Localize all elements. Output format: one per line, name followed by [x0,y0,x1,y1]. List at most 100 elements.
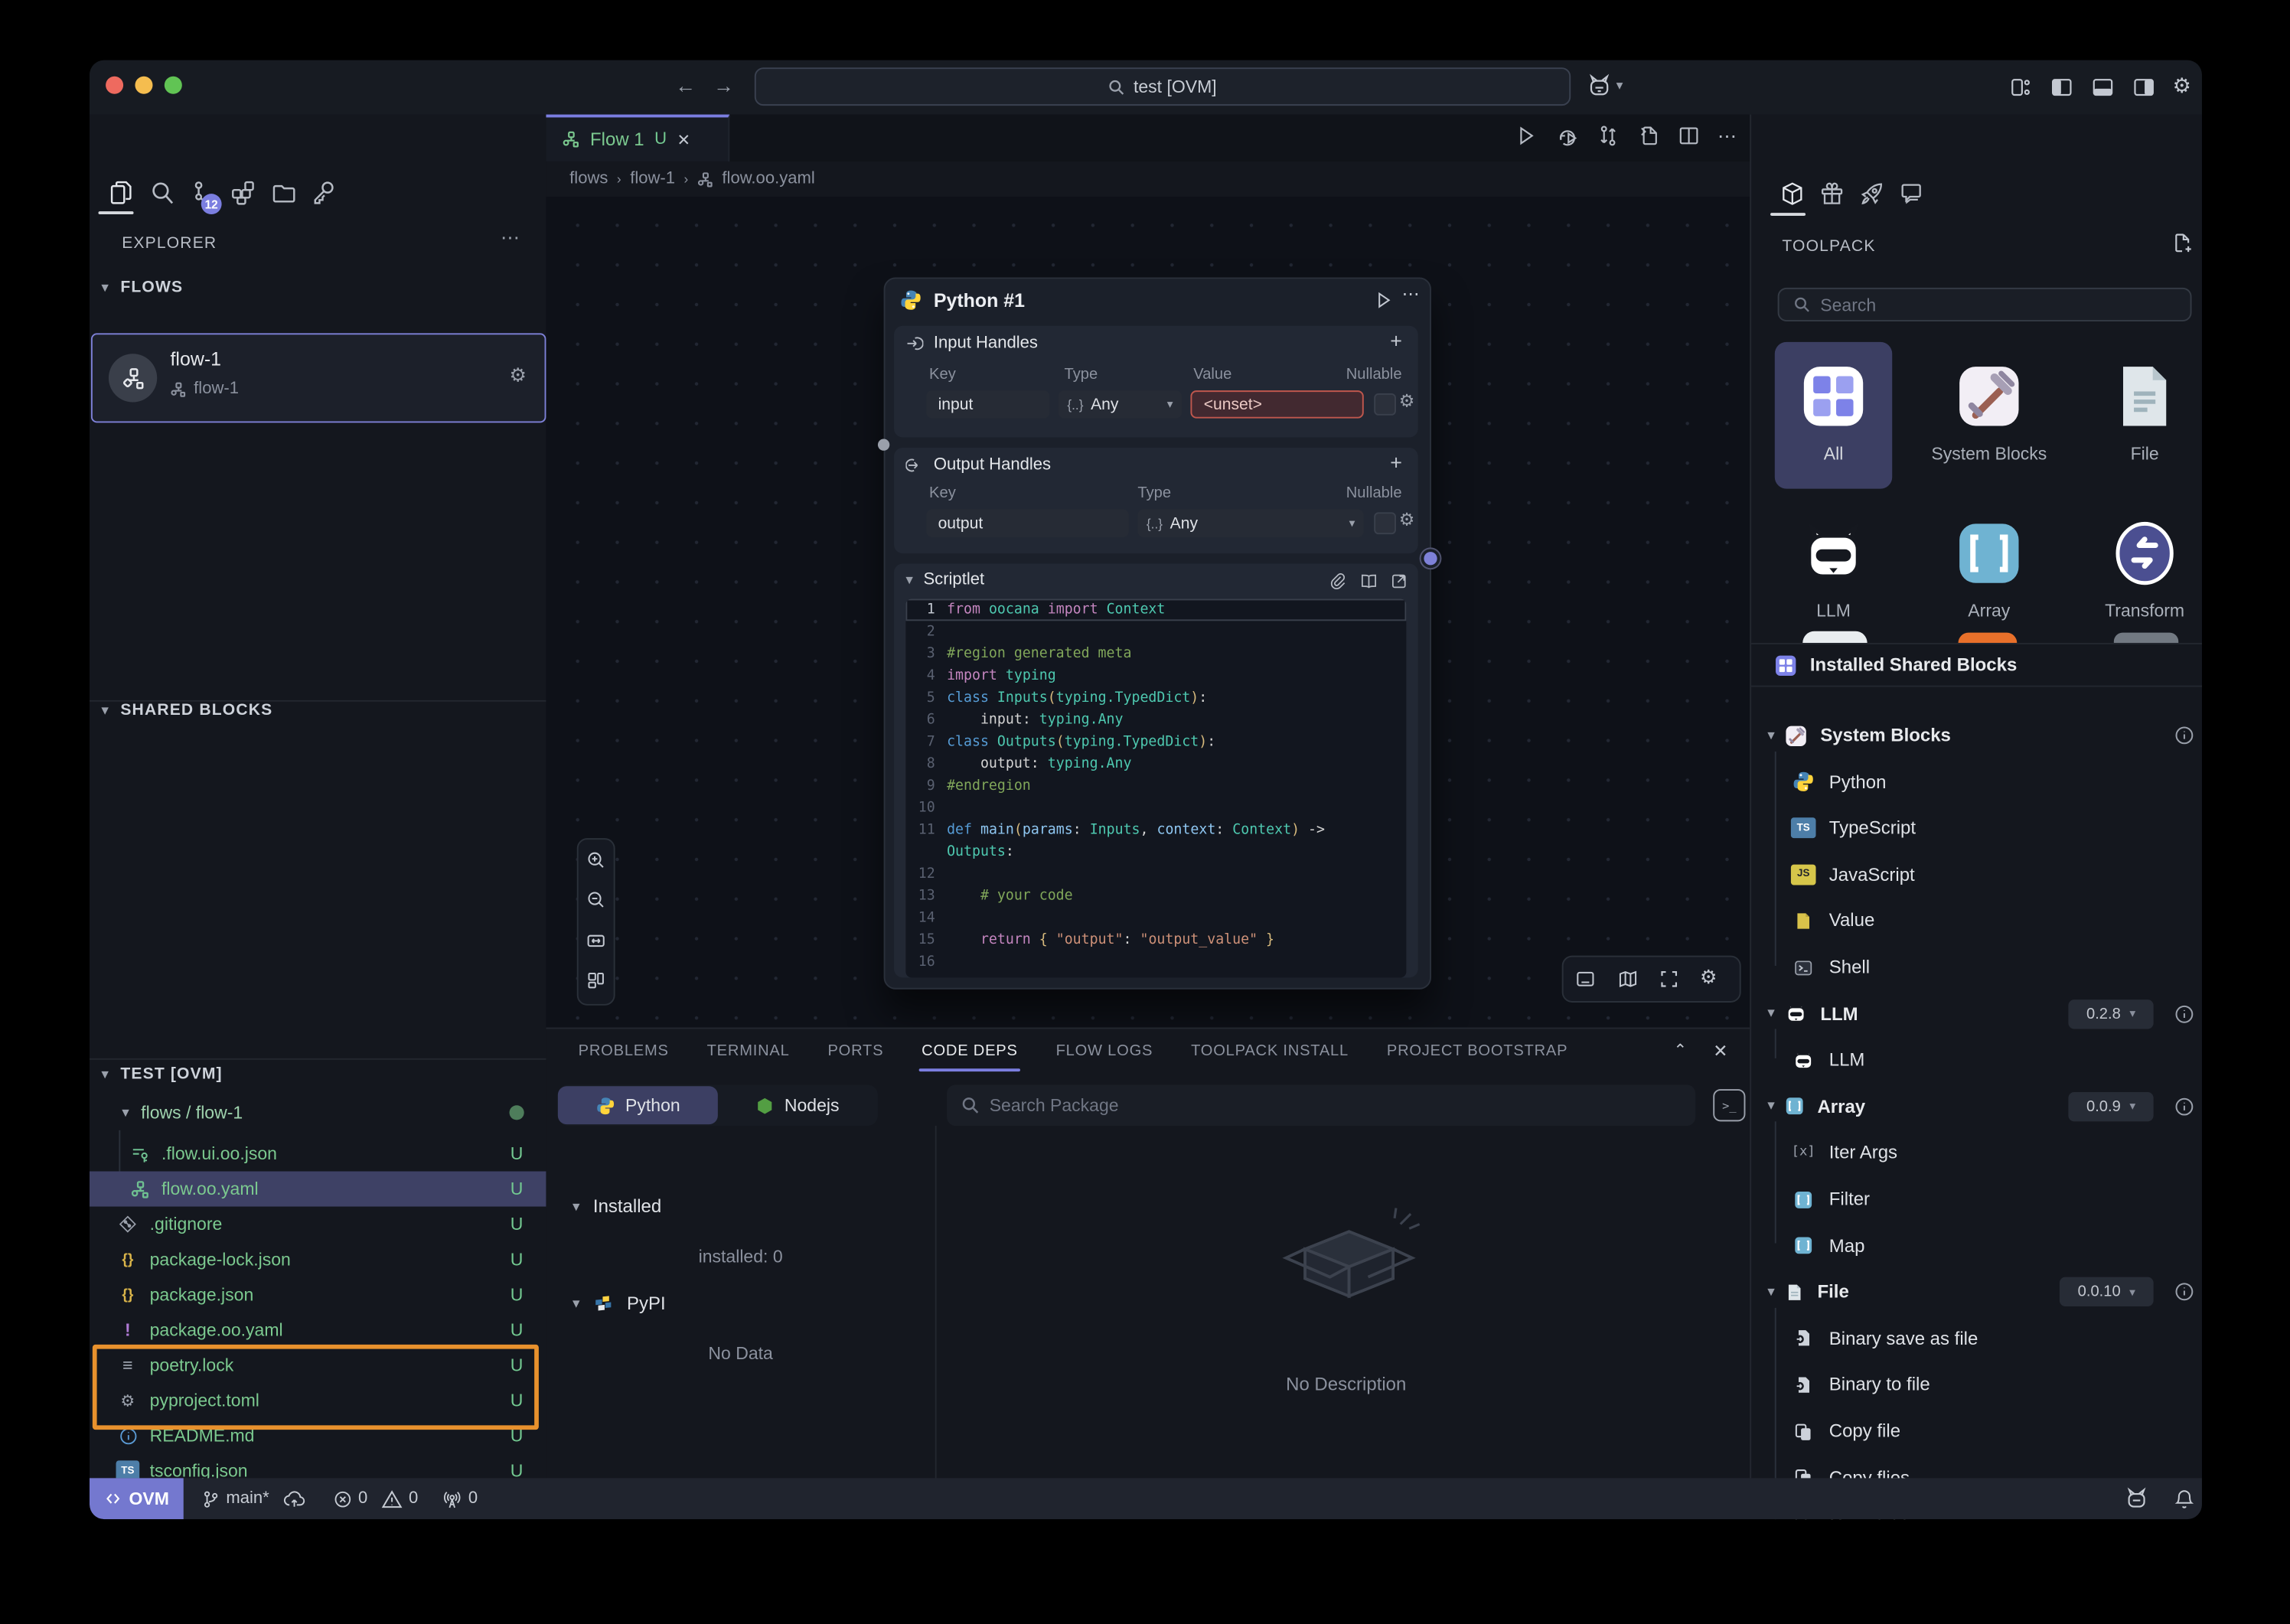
maximize-window-button[interactable] [165,77,182,94]
attach-icon[interactable] [1329,572,1346,590]
flows-section-header[interactable]: ▾ FLOWS [101,279,183,296]
info-icon[interactable] [2174,1096,2194,1117]
tree-folder-flows-flow-1[interactable]: ▾ flows / flow-1 [90,1095,546,1130]
block-item-python[interactable]: Python [1751,763,2202,801]
block-item-llm[interactable]: LLM [1751,1041,2202,1079]
block-item-javascript[interactable]: JSJavaScript [1751,856,2202,894]
code-line[interactable]: 14 [905,907,1406,929]
node-more-icon[interactable]: ⋯ [1402,283,1420,304]
minimize-window-button[interactable] [135,77,152,94]
activitybar-blocks-icon[interactable] [229,179,256,214]
node-python-1[interactable]: Python #1 ⋯ Input Handles + Key Type Val… [884,277,1431,989]
breadcrumb[interactable]: flows › flow-1 › flow.oo.yaml [546,161,1750,197]
panel-tab-toolpack-install[interactable]: TOOLPACK INSTALL [1191,1042,1349,1060]
tree-row-.gitignore[interactable]: .gitignoreU [90,1207,546,1242]
toggle-right-sidebar-icon[interactable] [2133,77,2155,106]
open-external-icon[interactable] [1390,572,1408,590]
panel-tab-code-deps[interactable]: CODE DEPS [922,1042,1018,1060]
installed-group-header[interactable]: ▾ Installed [572,1196,661,1217]
toggle-bottom-panel-icon[interactable] [2092,77,2114,106]
info-icon[interactable] [2174,1003,2194,1024]
rocket-icon[interactable] [1858,181,1885,207]
toolpack-card-array[interactable]: Array [1930,499,2047,646]
flow-canvas[interactable]: Python #1 ⋯ Input Handles + Key Type Val… [546,197,1750,1028]
package-search-input[interactable]: Search Package [947,1084,1695,1126]
toolpack-card-transform[interactable]: Transform [2086,499,2202,646]
toolpack-card-llm[interactable]: LLM [1775,499,1892,646]
code-line[interactable]: 13 # your code [905,885,1406,908]
docs-book-icon[interactable] [1359,572,1378,590]
node-run-icon[interactable] [1374,291,1393,318]
add-output-icon[interactable]: + [1390,451,1402,474]
project-section-header[interactable]: ▾ TEST [OVM] [101,1065,222,1083]
flow-card-gear-icon[interactable]: ⚙ [510,364,527,388]
remote-indicator[interactable]: OVM [90,1478,184,1519]
zoom-out-icon[interactable] [586,889,606,910]
lang-tab-nodejs[interactable]: Nodejs [719,1086,878,1124]
notifications-bell-icon[interactable] [2174,1478,2194,1519]
nav-forward-icon[interactable]: → [713,73,734,97]
code-line[interactable]: 7class Outputs(typing.TypedDict): [905,731,1406,753]
code-line[interactable]: Outputs: [905,841,1406,863]
code-line[interactable]: 5class Inputs(typing.TypedDict): [905,687,1406,709]
panel-close-icon[interactable]: ✕ [1713,1041,1727,1061]
shared-blocks-section-header[interactable]: ▾ SHARED BLOCKS [101,702,272,719]
new-toolpack-file-icon[interactable] [2171,232,2194,254]
code-line[interactable]: 12 [905,863,1406,885]
panel-tab-ports[interactable]: PORTS [827,1042,883,1060]
auto-layout-icon[interactable] [586,970,606,991]
input-row-gear-icon[interactable]: ⚙ [1399,390,1415,411]
toggle-panel-icon[interactable] [1575,969,1596,990]
input-type-select[interactable]: {..} Any ▾ [1059,390,1182,418]
block-item-typescript[interactable]: TSTypeScript [1751,809,2202,847]
output-row-gear-icon[interactable]: ⚙ [1399,510,1415,530]
close-window-button[interactable] [106,77,123,94]
compare-changes-icon[interactable] [1597,125,1620,154]
output-port[interactable] [1424,552,1437,565]
block-section-array[interactable]: ▾Array0.0.9▾ [1751,1088,2202,1126]
input-port[interactable] [878,439,889,450]
code-line[interactable]: 10 [905,797,1406,819]
block-item-iter-args[interactable]: [x]Iter Args [1751,1133,2202,1172]
panel-tab-problems[interactable]: PROBLEMS [579,1042,669,1060]
tree-row-package.json[interactable]: {}package.jsonU [90,1277,546,1313]
code-line[interactable]: 6 input: typing.Any [905,709,1406,731]
version-select[interactable]: 0.2.8▾ [2068,999,2153,1028]
nav-back-icon[interactable]: ← [675,73,696,97]
rerun-icon[interactable] [1556,125,1580,154]
tab-flow-1[interactable]: Flow 1 U ✕ [546,115,729,161]
block-section-system-blocks[interactable]: ▾System Blocks [1751,716,2202,755]
toolpack-card-all[interactable]: All [1775,342,1892,489]
problems-item[interactable]: 0 0 [333,1478,418,1519]
tree-row-flow.oo.yaml[interactable]: flow.oo.yamlU [90,1172,546,1207]
code-line[interactable]: 4import typing [905,665,1406,687]
panel-tab-flow-logs[interactable]: FLOW LOGS [1056,1042,1153,1060]
tab-close-icon[interactable]: ✕ [677,130,690,149]
gift-icon[interactable] [1819,181,1845,207]
code-line[interactable]: 8 output: typing.Any [905,753,1406,775]
output-key-field[interactable]: output [926,510,1129,537]
code-line[interactable]: 16 [905,951,1406,973]
block-item-value[interactable]: Value [1751,902,2202,940]
version-select[interactable]: 0.0.9▾ [2068,1092,2153,1121]
toolbox-package-icon[interactable] [1779,181,1806,207]
command-center-search[interactable]: test [OVM] [755,67,1571,106]
activitybar-files-icon[interactable] [107,179,135,214]
block-item-binary-save-as-file[interactable]: Binary save as file [1751,1319,2202,1358]
settings-gear-icon[interactable]: ⚙ [2173,73,2191,99]
toolpack-card-system-blocks[interactable]: System Blocks [1930,342,2047,489]
input-value-unset-field[interactable]: <unset> [1190,390,1363,418]
tree-row-package-lock.json[interactable]: {}package-lock.jsonU [90,1242,546,1277]
panel-maximize-chevron-icon[interactable]: ⌃ [1673,1041,1687,1060]
open-terminal-icon[interactable]: >_ [1713,1089,1745,1121]
code-line[interactable]: 11def main(params: Inputs, context: Cont… [905,819,1406,841]
input-key-field[interactable]: input [926,390,1049,418]
output-type-select[interactable]: {..} Any ▾ [1137,510,1363,537]
split-editor-icon[interactable] [1678,125,1700,154]
breadcrumb-file[interactable]: flow.oo.yaml [722,170,814,188]
block-item-map[interactable]: Map [1751,1227,2202,1265]
tree-row-.flow.ui.oo.json[interactable]: .flow.ui.oo.jsonU [90,1136,546,1171]
input-nullable-checkbox[interactable] [1374,393,1396,416]
activitybar-search-icon[interactable] [148,179,176,214]
chat-icon[interactable] [1898,181,1925,207]
